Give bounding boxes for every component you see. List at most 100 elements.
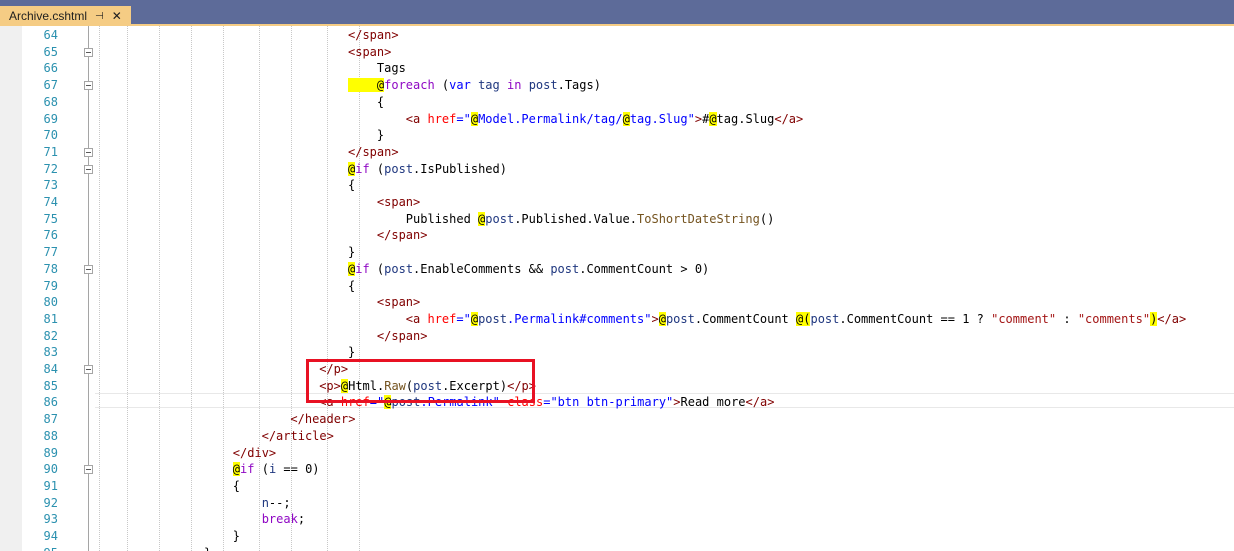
line-number: 67 (43, 78, 58, 93)
indent-guide-line (99, 26, 100, 551)
code-token: @ (470, 311, 479, 326)
code-token: </a> (774, 111, 804, 126)
code-line[interactable]: <span> (348, 44, 391, 61)
code-line[interactable]: } (233, 528, 240, 545)
code-line[interactable]: { (348, 278, 355, 295)
code-token: @( (796, 311, 811, 326)
code-line[interactable]: { (348, 177, 355, 194)
code-token: post (485, 211, 515, 226)
code-token: <span> (348, 195, 421, 209)
code-token: } (348, 345, 356, 360)
code-line[interactable]: @if (post.IsPublished) (348, 161, 507, 178)
code-line[interactable]: @if (i == 0) (232, 461, 320, 478)
document-tab-bar: Archive.cshtml ⊣ ✕ (0, 0, 1234, 26)
collapse-region-icon[interactable] (84, 147, 93, 157)
code-line[interactable]: @if (post.EnableComments && post.Comment… (348, 261, 709, 278)
code-token: <span> (348, 295, 421, 310)
collapse-region-icon[interactable] (84, 164, 93, 174)
code-token: .Permalink#comments" (506, 311, 652, 326)
code-line[interactable]: Tags (348, 60, 406, 77)
code-token: } (232, 529, 241, 543)
code-token: post (665, 311, 695, 326)
code-token: @ (658, 311, 666, 326)
code-line[interactable]: </header> (290, 411, 355, 428)
code-line[interactable]: Published @post.Published.Value.ToShortD… (348, 211, 774, 228)
code-token: tag.Slug" (629, 111, 695, 126)
collapse-region-icon[interactable] (84, 47, 93, 57)
code-line[interactable]: <span> (348, 194, 420, 211)
line-number: 95 (22, 545, 58, 551)
code-token: "comment" (991, 311, 1057, 326)
code-line[interactable]: { (233, 478, 240, 495)
line-number: 81 (43, 311, 58, 326)
code-token: post (384, 161, 414, 176)
code-line[interactable]: </span> (348, 227, 428, 244)
code-token: in (507, 78, 522, 93)
code-line[interactable]: } (348, 127, 384, 144)
code-token: post (550, 261, 580, 276)
code-line[interactable]: { (348, 94, 384, 111)
collapse-region-icon[interactable] (84, 465, 93, 475)
code-token: ( (254, 462, 269, 477)
collapse-region-icon[interactable] (84, 81, 93, 91)
code-token: post (810, 311, 840, 326)
code-line[interactable]: <a href="@post.Permalink#comments">@post… (348, 311, 1186, 328)
code-line[interactable]: break; (233, 511, 305, 528)
code-token: @ (232, 462, 241, 477)
code-line[interactable]: @foreach (var tag in post.Tags) (348, 77, 601, 94)
collapse-region-icon[interactable] (84, 264, 93, 274)
code-line[interactable]: n--; (233, 495, 291, 512)
line-number: 66 (43, 61, 58, 76)
tab-title[interactable]: Archive.cshtml (9, 9, 87, 23)
line-number: 78 (43, 261, 58, 276)
code-line[interactable]: </article> (262, 428, 334, 445)
code-line[interactable]: </span> (348, 328, 428, 345)
line-number: 72 (43, 161, 58, 176)
code-line[interactable]: <span> (348, 294, 420, 311)
code-editor[interactable]: 64 65 66 67 68 69 70 71 72 73 74 75 76 77 78 79 80 81 82 83… (0, 26, 1234, 551)
code-token: @ (622, 111, 630, 126)
code-token: .EnableComments && (413, 261, 551, 276)
selection-margin[interactable] (0, 26, 22, 551)
indent-guide-line (159, 26, 160, 551)
code-token: </span> (348, 144, 399, 159)
code-line[interactable]: </div> (233, 445, 276, 462)
code-token: } (348, 128, 385, 143)
code-token: @ (709, 111, 717, 126)
code-token: } (348, 245, 356, 260)
document-tab[interactable]: Archive.cshtml ⊣ ✕ (0, 6, 131, 26)
code-token: .IsPublished) (413, 161, 507, 176)
code-line[interactable]: } (204, 545, 211, 551)
close-icon[interactable]: ✕ (112, 9, 122, 23)
code-line[interactable]: <a href="@Model.Permalink/tag/@tag.Slug"… (348, 111, 803, 128)
code-token: .CommentCount > 0) (579, 261, 710, 276)
code-token: .Tags) (557, 78, 601, 93)
code-token: @ (348, 78, 385, 93)
line-number: 75 (43, 211, 58, 226)
line-number: 84 (43, 362, 58, 376)
code-token: var (449, 78, 471, 93)
code-token: if (240, 462, 255, 477)
code-line[interactable]: </span> (348, 27, 399, 44)
pin-icon[interactable]: ⊣ (95, 11, 104, 22)
code-token: </article> (261, 428, 334, 443)
code-token: n (232, 495, 269, 510)
code-token: </div> (232, 445, 277, 460)
code-line[interactable]: } (348, 244, 355, 261)
code-token: .CommentCount == 1 ? (839, 311, 992, 326)
code-token: post (384, 261, 414, 276)
code-token: foreach (384, 78, 435, 93)
line-number: 83 (43, 345, 58, 360)
line-number: 74 (43, 195, 58, 209)
line-number: 82 (43, 328, 58, 343)
code-token: </span> (348, 328, 428, 343)
code-token: tag.Slug (716, 111, 775, 126)
code-line[interactable]: </span> (348, 144, 399, 161)
line-number: 88 (43, 428, 58, 443)
collapse-region-icon[interactable] (84, 365, 93, 374)
line-number: 71 (43, 144, 58, 159)
code-token: .Published.Value. (514, 211, 638, 226)
line-number: 94 (43, 529, 58, 543)
code-token: </span> (348, 228, 428, 243)
